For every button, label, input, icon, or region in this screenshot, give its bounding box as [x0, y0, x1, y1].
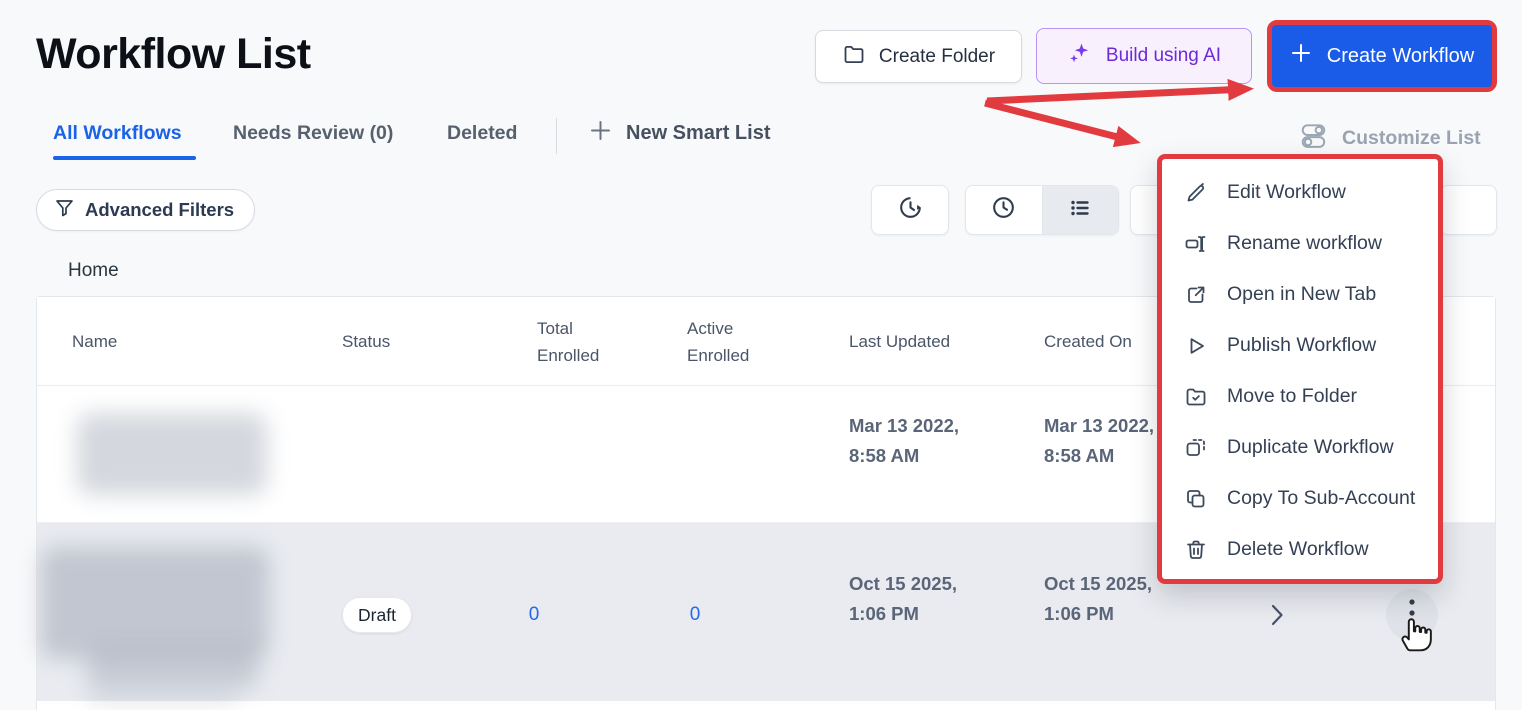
plus-icon — [1290, 42, 1312, 70]
create-folder-label: Create Folder — [879, 46, 995, 68]
trash-icon — [1184, 538, 1208, 562]
folder-check-icon — [1184, 385, 1208, 409]
build-using-ai-button[interactable]: Build using AI — [1036, 28, 1252, 84]
plus-icon — [589, 119, 612, 148]
redacted-workflow-name — [77, 413, 267, 495]
list-view-segment[interactable] — [1042, 186, 1119, 234]
menu-item-rename-workflow[interactable]: Rename workflow — [1162, 218, 1438, 269]
tab-needs-review[interactable]: Needs Review (0) — [233, 122, 393, 145]
active-tab-underline — [53, 156, 196, 160]
menu-item-label: Duplicate Workflow — [1227, 436, 1394, 459]
active-enrolled-link[interactable]: 0 — [690, 604, 701, 626]
rename-icon — [1184, 232, 1208, 256]
create-workflow-button[interactable]: Create Workflow — [1272, 25, 1492, 87]
cell-last-updated: Mar 13 2022, 8:58 AM — [849, 411, 967, 471]
menu-item-label: Publish Workflow — [1227, 334, 1376, 357]
customize-list-button[interactable]: Customize List — [1300, 121, 1481, 155]
column-header-total-enrolled[interactable]: Total Enrolled — [537, 315, 621, 369]
clock-icon — [989, 193, 1018, 227]
menu-item-delete-workflow[interactable]: Delete Workflow — [1162, 524, 1438, 575]
total-enrolled-link[interactable]: 0 — [529, 604, 540, 626]
tab-all-workflows[interactable]: All Workflows — [53, 122, 182, 145]
menu-item-duplicate-workflow[interactable]: Duplicate Workflow — [1162, 422, 1438, 473]
copy-icon — [1184, 487, 1208, 511]
menu-item-label: Move to Folder — [1227, 385, 1357, 408]
external-link-icon — [1184, 283, 1208, 307]
cell-created-on: Mar 13 2022, 8:58 AM — [1044, 411, 1162, 471]
play-icon — [1184, 334, 1208, 358]
sliders-icon — [1300, 121, 1328, 155]
column-header-last-updated[interactable]: Last Updated — [849, 328, 950, 355]
redacted-workflow-name — [87, 689, 237, 703]
customize-list-label: Customize List — [1342, 127, 1481, 150]
cell-last-updated: Oct 15 2025, 1:06 PM — [849, 569, 967, 629]
new-smart-list-button[interactable]: New Smart List — [589, 119, 770, 148]
duplicate-icon — [1184, 436, 1208, 460]
column-header-status[interactable]: Status — [342, 328, 390, 355]
redacted-workflow-name — [87, 647, 259, 689]
row-actions-context-menu: Edit Workflow Rename workflow Open in Ne… — [1157, 154, 1443, 584]
chevron-right-icon[interactable] — [1271, 602, 1284, 633]
redacted-workflow-name — [41, 547, 269, 659]
status-badge-draft: Draft — [342, 597, 412, 633]
sparkles-icon — [1067, 40, 1093, 72]
workflow-list-page: Workflow List Create Folder Build using … — [0, 0, 1522, 710]
table-row — [37, 701, 1495, 710]
breadcrumb-home[interactable]: Home — [68, 260, 119, 282]
column-header-name[interactable]: Name — [72, 328, 117, 355]
column-header-created-on[interactable]: Created On — [1044, 328, 1132, 355]
tabs-divider — [556, 118, 557, 154]
menu-item-label: Edit Workflow — [1227, 181, 1346, 204]
filter-icon — [54, 197, 75, 223]
menu-item-open-in-new-tab[interactable]: Open in New Tab — [1162, 269, 1438, 320]
menu-item-copy-to-sub-account[interactable]: Copy To Sub-Account — [1162, 473, 1438, 524]
list-icon — [1066, 194, 1094, 227]
menu-item-edit-workflow[interactable]: Edit Workflow — [1162, 167, 1438, 218]
build-using-ai-label: Build using AI — [1106, 45, 1221, 67]
folder-icon — [842, 42, 866, 72]
tab-deleted[interactable]: Deleted — [447, 122, 517, 145]
toolbar-button-partial[interactable] — [1440, 185, 1497, 235]
menu-item-move-to-folder[interactable]: Move to Folder — [1162, 371, 1438, 422]
menu-item-label: Open in New Tab — [1227, 283, 1376, 306]
time-view-segment[interactable] — [966, 186, 1042, 234]
new-smart-list-label: New Smart List — [626, 122, 770, 145]
advanced-filters-label: Advanced Filters — [85, 199, 234, 221]
advanced-filters-button[interactable]: Advanced Filters — [36, 189, 255, 231]
cell-created-on: Oct 15 2025, 1:06 PM — [1044, 569, 1162, 629]
menu-item-label: Rename workflow — [1227, 232, 1382, 255]
column-header-active-enrolled[interactable]: Active Enrolled — [687, 315, 771, 369]
create-folder-button[interactable]: Create Folder — [815, 30, 1022, 83]
create-workflow-label: Create Workflow — [1327, 45, 1474, 68]
menu-item-label: Copy To Sub-Account — [1227, 487, 1415, 510]
menu-item-label: Delete Workflow — [1227, 538, 1369, 561]
history-view-button[interactable] — [871, 185, 949, 235]
page-title: Workflow List — [36, 30, 311, 79]
view-toggle-group — [965, 185, 1119, 235]
clock-history-icon — [896, 193, 925, 227]
mouse-cursor-pointer — [1398, 611, 1434, 658]
pencil-icon — [1184, 181, 1208, 205]
annotation-highlight-create-workflow: Create Workflow — [1267, 20, 1497, 92]
menu-item-publish-workflow[interactable]: Publish Workflow — [1162, 320, 1438, 371]
